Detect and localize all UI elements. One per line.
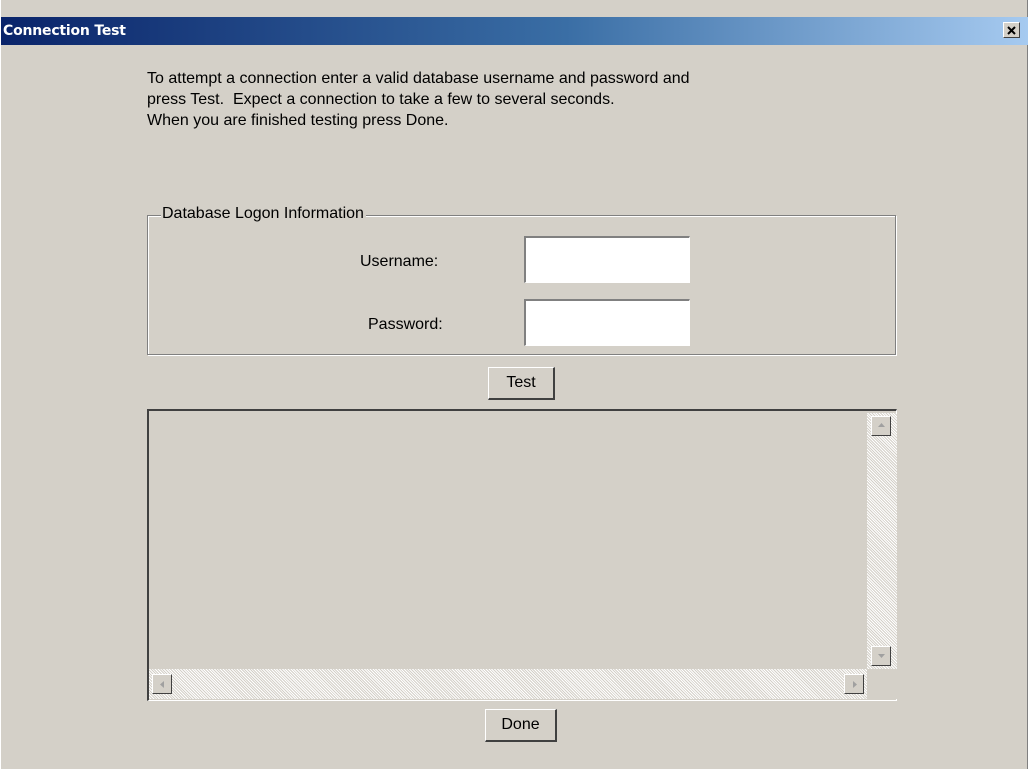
username-label: Username: bbox=[360, 253, 439, 270]
password-input[interactable] bbox=[524, 299, 690, 346]
password-label: Password: bbox=[368, 316, 443, 333]
scroll-up-button[interactable] bbox=[871, 416, 891, 436]
database-logon-groupbox bbox=[147, 215, 896, 355]
username-input[interactable] bbox=[524, 236, 690, 283]
title-bar[interactable]: Connection Test bbox=[1, 17, 1028, 45]
instructions-line-2: press Test. Expect a connection to take … bbox=[147, 91, 615, 108]
scroll-left-button[interactable] bbox=[152, 674, 172, 694]
connection-test-dialog: Connection Test To attempt a connection … bbox=[0, 0, 1028, 769]
close-button[interactable] bbox=[1003, 22, 1020, 38]
scrollbar-corner bbox=[867, 669, 897, 699]
arrow-up-icon bbox=[878, 423, 885, 427]
groupbox-legend: Database Logon Information bbox=[161, 205, 366, 223]
window-title: Connection Test bbox=[3, 23, 126, 39]
horizontal-scrollbar[interactable] bbox=[149, 669, 867, 699]
done-button[interactable]: Done bbox=[485, 709, 557, 742]
scroll-down-button[interactable] bbox=[871, 646, 891, 666]
vertical-scrollbar[interactable] bbox=[867, 413, 897, 669]
close-icon bbox=[1007, 26, 1016, 35]
output-text-area[interactable] bbox=[147, 409, 897, 701]
arrow-down-icon bbox=[878, 654, 885, 658]
instructions-line-3: When you are finished testing press Done… bbox=[147, 112, 449, 129]
scroll-right-button[interactable] bbox=[844, 674, 864, 694]
test-button[interactable]: Test bbox=[488, 367, 555, 400]
arrow-left-icon bbox=[160, 681, 164, 688]
instructions-text: To attempt a connection enter a valid da… bbox=[147, 68, 907, 131]
instructions-line-1: To attempt a connection enter a valid da… bbox=[147, 70, 690, 87]
arrow-right-icon bbox=[853, 681, 857, 688]
